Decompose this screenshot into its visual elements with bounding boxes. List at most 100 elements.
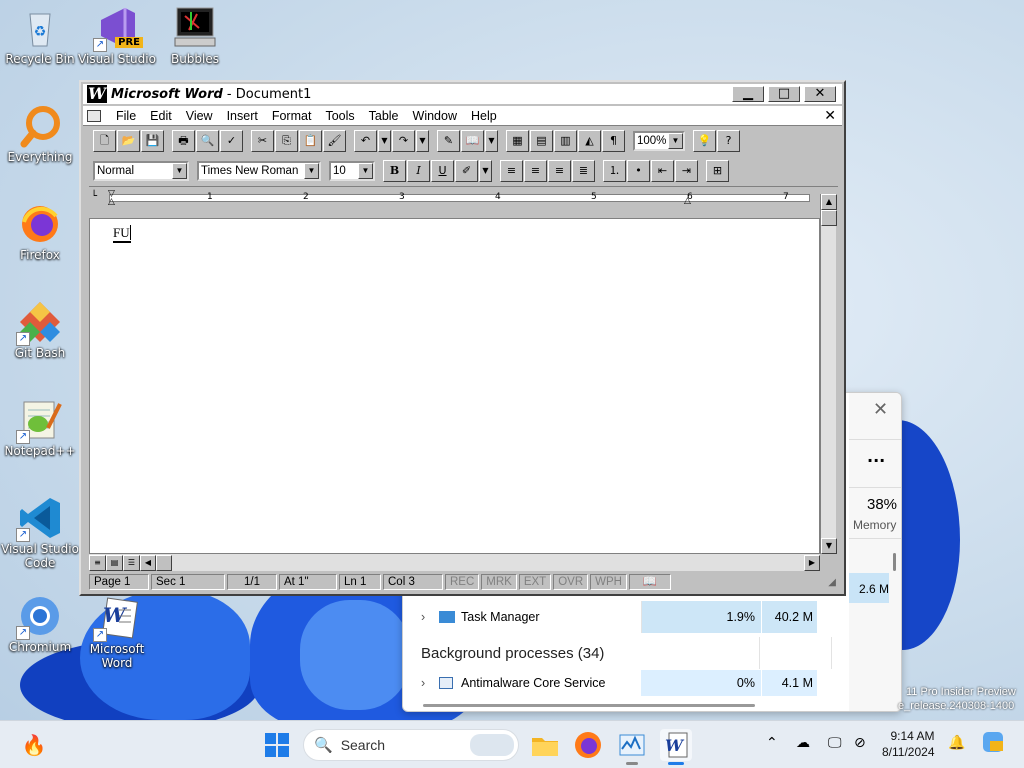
tab-stop-icon[interactable]: └: [91, 191, 97, 202]
chevron-down-icon[interactable]: ▼: [668, 133, 683, 149]
font-size-select[interactable]: 10 ▼: [329, 161, 375, 181]
firefox-taskbar-icon[interactable]: [572, 729, 604, 761]
resize-grip-icon[interactable]: ◢: [828, 577, 836, 588]
insert-address-button[interactable]: 📖: [461, 130, 484, 152]
print-preview-button[interactable]: 🔍: [196, 130, 219, 152]
scroll-thumb[interactable]: [821, 210, 837, 226]
new-document-button[interactable]: 🗋: [93, 130, 116, 152]
copilot-icon[interactable]: [982, 731, 1004, 757]
document-control-icon[interactable]: [87, 109, 101, 122]
more-options-icon[interactable]: ···: [867, 451, 885, 470]
decrease-indent-button[interactable]: ⇤: [651, 160, 674, 182]
highlight-dropdown[interactable]: ▼: [479, 160, 492, 182]
autoformat-button[interactable]: ✎: [437, 130, 460, 152]
menu-format[interactable]: Format: [265, 109, 319, 123]
desktop-icon-recycle-bin[interactable]: ♻ Recycle Bin: [0, 6, 80, 66]
monitor-icon[interactable]: 🖵: [828, 735, 842, 751]
align-left-button[interactable]: ≡: [500, 160, 523, 182]
file-explorer-icon[interactable]: [529, 729, 561, 761]
bullets-button[interactable]: •: [627, 160, 650, 182]
minimize-button[interactable]: ▁: [732, 86, 764, 102]
undo-dropdown-button[interactable]: ▼: [378, 130, 391, 152]
outline-view-button[interactable]: ☰: [123, 554, 140, 571]
print-button[interactable]: 🖶: [172, 130, 195, 152]
borders-button[interactable]: ⊞: [706, 160, 729, 182]
word-taskbar-icon[interactable]: W: [660, 729, 692, 765]
save-button[interactable]: 💾: [141, 130, 164, 152]
maximize-button[interactable]: □: [768, 86, 800, 102]
chevron-right-icon[interactable]: ›: [421, 610, 439, 624]
horizontal-scrollbar[interactable]: [423, 704, 755, 707]
desktop-icon-vscode[interactable]: ↗ Visual Studio Code: [0, 496, 80, 570]
desktop-icon-notepad-plus-plus[interactable]: ↗ Notepad++: [0, 398, 80, 458]
search-box[interactable]: 🔍 Search: [303, 729, 519, 761]
insert-address-dropdown[interactable]: ▼: [485, 130, 498, 152]
memory-column-header[interactable]: Memory: [853, 518, 896, 532]
document-close-icon[interactable]: ✕: [824, 108, 836, 124]
notification-bell-icon[interactable]: 🔔: [948, 735, 965, 751]
ext-indicator[interactable]: EXT: [518, 574, 552, 590]
copy-button[interactable]: ⎘: [275, 130, 298, 152]
redo-button[interactable]: ↷: [392, 130, 415, 152]
vertical-scrollbar[interactable]: ▲ ▼: [820, 194, 837, 554]
numbering-button[interactable]: ⒈: [603, 160, 626, 182]
bold-button[interactable]: B: [383, 160, 406, 182]
document-text[interactable]: FU: [113, 225, 131, 243]
open-button[interactable]: 📂: [117, 130, 140, 152]
menu-help[interactable]: Help: [464, 109, 504, 123]
wph-indicator[interactable]: WPH: [590, 574, 627, 590]
justify-button[interactable]: ≣: [572, 160, 595, 182]
chevron-down-icon[interactable]: ▼: [358, 163, 373, 179]
close-icon[interactable]: ✕: [873, 399, 888, 420]
left-indent-icon[interactable]: △: [108, 197, 115, 207]
scroll-up-button[interactable]: ▲: [821, 194, 837, 210]
menu-insert[interactable]: Insert: [220, 109, 265, 123]
scrollbar-thumb[interactable]: [893, 553, 896, 571]
show-hide-button[interactable]: ¶: [602, 130, 625, 152]
task-manager-taskbar-icon[interactable]: [616, 729, 648, 765]
desktop-icon-firefox[interactable]: Firefox: [0, 202, 80, 262]
chevron-down-icon[interactable]: ▼: [172, 163, 187, 179]
cut-button[interactable]: ✂: [251, 130, 274, 152]
drawing-button[interactable]: ◭: [578, 130, 601, 152]
underline-button[interactable]: U: [431, 160, 454, 182]
font-select[interactable]: Times New Roman ▼: [197, 161, 321, 181]
chevron-up-icon[interactable]: ⌃: [766, 735, 778, 751]
process-row[interactable]: › Antimalware Core Service 0% 4.1 M: [403, 667, 887, 699]
italic-button[interactable]: I: [407, 160, 430, 182]
highlight-button[interactable]: ✐: [455, 160, 478, 182]
menu-view[interactable]: View: [179, 109, 220, 123]
network-icon[interactable]: ⊘: [854, 735, 866, 751]
menu-table[interactable]: Table: [362, 109, 406, 123]
zoom-select[interactable]: 100% ▼: [633, 131, 685, 151]
align-right-button[interactable]: ≡: [548, 160, 571, 182]
rec-indicator[interactable]: REC: [445, 574, 480, 590]
ovr-indicator[interactable]: OVR: [553, 574, 589, 590]
onedrive-icon[interactable]: ☁: [796, 735, 810, 751]
tip-wizard-button[interactable]: 💡: [693, 130, 716, 152]
normal-view-button[interactable]: ≡: [89, 554, 106, 571]
desktop-icon-bubbles[interactable]: Bubbles: [155, 6, 235, 66]
close-button[interactable]: ✕: [804, 86, 836, 102]
page-layout-view-button[interactable]: ▤: [106, 554, 123, 571]
increase-indent-button[interactable]: ⇥: [675, 160, 698, 182]
undo-button[interactable]: ↶: [354, 130, 377, 152]
scroll-down-button[interactable]: ▼: [821, 538, 837, 554]
hscroll-thumb[interactable]: [156, 554, 172, 571]
style-select[interactable]: Normal ▼: [93, 161, 189, 181]
mrk-indicator[interactable]: MRK: [481, 574, 517, 590]
clock[interactable]: 9:14 AM 8/11/2024: [882, 728, 935, 760]
document-area[interactable]: FU: [89, 218, 820, 554]
title-bar[interactable]: W Microsoft Word - Document1 ▁ □ ✕: [83, 84, 842, 104]
chevron-right-icon[interactable]: ›: [421, 676, 439, 690]
start-button[interactable]: [261, 729, 293, 761]
scroll-right-button[interactable]: ▶: [804, 554, 820, 571]
desktop-icon-everything[interactable]: Everything: [0, 104, 80, 164]
widgets-icon[interactable]: 🔥: [18, 729, 50, 761]
menu-window[interactable]: Window: [406, 109, 464, 123]
desktop-icon-git-bash[interactable]: ↗ Git Bash: [0, 300, 80, 360]
paste-button[interactable]: 📋: [299, 130, 322, 152]
desktop-icon-chromium[interactable]: ↗ Chromium: [0, 594, 80, 654]
spelling-button[interactable]: ✓: [220, 130, 243, 152]
redo-dropdown-button[interactable]: ▼: [416, 130, 429, 152]
